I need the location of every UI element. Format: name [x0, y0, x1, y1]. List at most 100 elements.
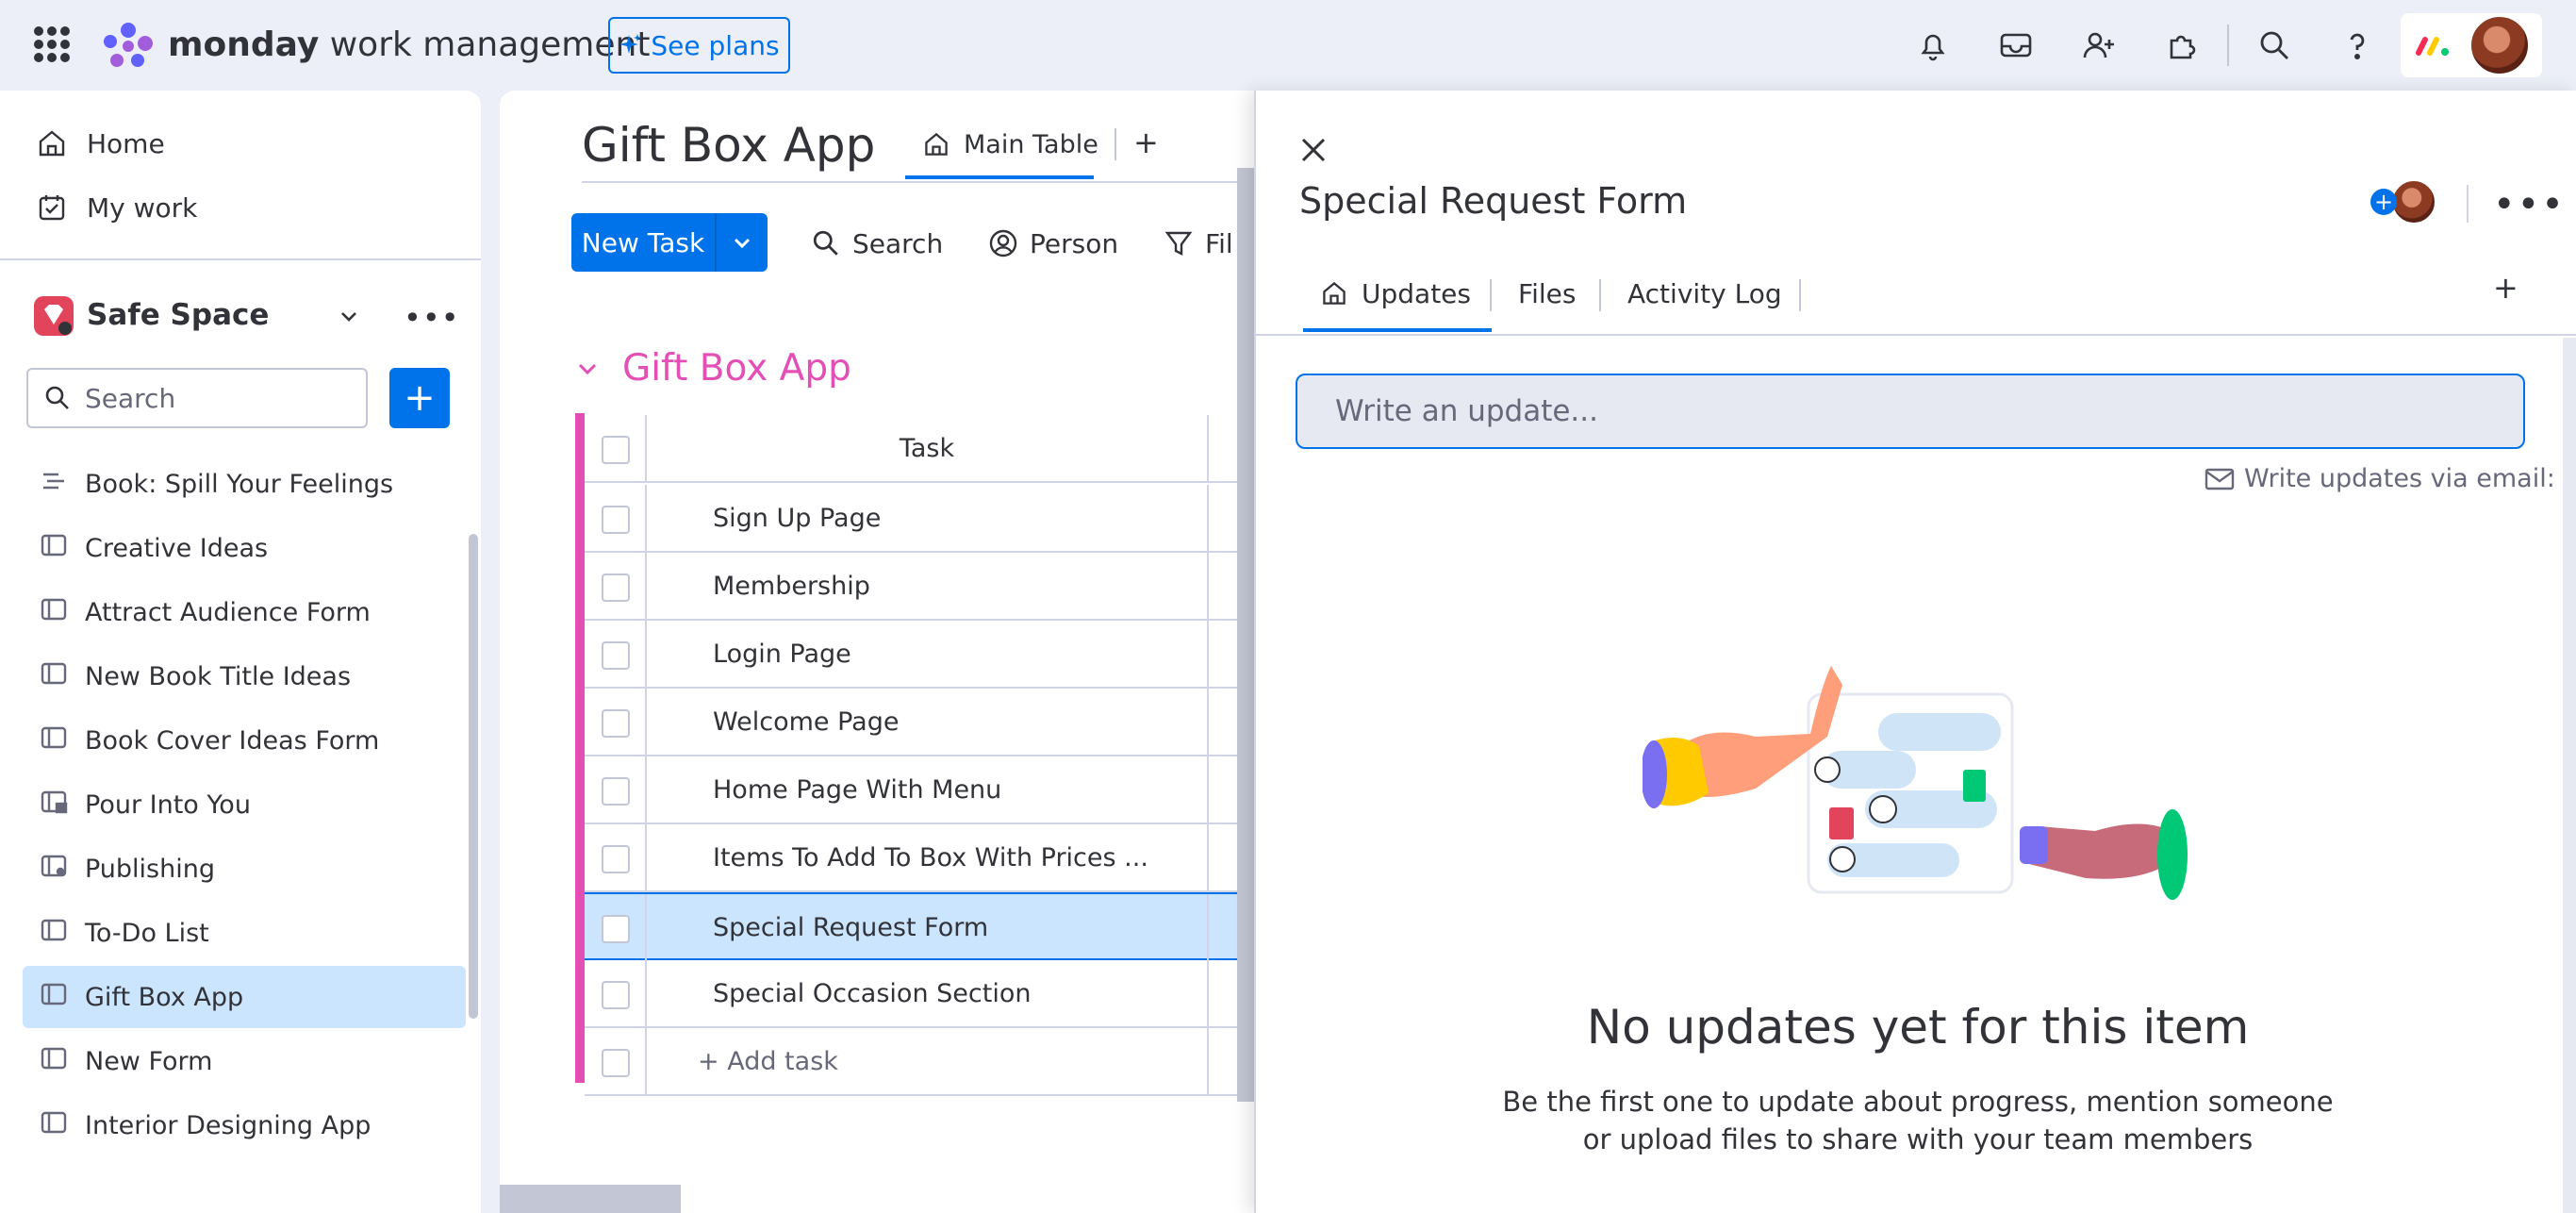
row-checkbox[interactable]: [602, 777, 630, 806]
task-name-cell[interactable]: Membership: [713, 553, 870, 621]
notifications-icon[interactable]: [1908, 21, 1957, 70]
table-row[interactable]: Welcome Page: [585, 689, 1245, 756]
panel-more-icon[interactable]: •••: [2493, 183, 2566, 226]
sidebar-board-item[interactable]: Book Cover Ideas Form: [23, 709, 466, 772]
sidebar-board-item[interactable]: Gift Box App: [23, 966, 466, 1028]
top-bar: monday work management See plans: [0, 0, 2576, 91]
person-icon: [989, 229, 1017, 258]
sidebar-board-item[interactable]: New Book Title Ideas: [23, 645, 466, 707]
panel-item-title[interactable]: Special Request Form: [1299, 177, 1687, 224]
tab-separator: [1599, 279, 1601, 311]
task-name-cell[interactable]: Welcome Page: [713, 689, 899, 756]
item-subscriber-avatar[interactable]: [2391, 179, 2436, 224]
task-name-cell[interactable]: Home Page With Menu: [713, 756, 1001, 824]
table-row[interactable]: Home Page With Menu: [585, 756, 1245, 824]
table-row[interactable]: Sign Up Page: [585, 485, 1245, 553]
sidebar-my-work[interactable]: My work: [36, 181, 197, 234]
person-filter-label: Person: [1030, 227, 1119, 259]
workspace-gem-icon: [34, 296, 74, 336]
checkbox-cell: [585, 756, 647, 824]
see-plans-button[interactable]: See plans: [608, 17, 790, 74]
home-icon: [39, 130, 65, 157]
sidebar-home[interactable]: Home: [36, 117, 165, 170]
item-panel: Special Request Form + ••• Updates Files…: [1254, 91, 2576, 1213]
workspace-chevron-down-icon[interactable]: [338, 306, 360, 328]
tab-updates[interactable]: Updates: [1320, 270, 1471, 317]
cell-divider: [1207, 621, 1209, 689]
sidebar-search-input[interactable]: Search: [26, 368, 368, 428]
panel-tab-active-underline: [1303, 328, 1492, 332]
table-row[interactable]: Items To Add To Box With Prices ...: [585, 824, 1245, 892]
email-updates-link[interactable]: Write updates via email:: [2204, 464, 2555, 493]
row-checkbox[interactable]: [602, 709, 630, 738]
person-filter-button[interactable]: Person: [988, 217, 1118, 270]
row-checkbox[interactable]: [602, 915, 630, 943]
tab-files-label: Files: [1518, 277, 1577, 309]
board-vertical-scrollbar[interactable]: [1237, 168, 1254, 1102]
sidebar: Home My work Safe Space ••• Search + Boo…: [0, 91, 481, 1213]
panel-tabs-divider: [1256, 334, 2576, 336]
write-update-input[interactable]: Write an update...: [1296, 374, 2525, 449]
table-row[interactable]: Membership: [585, 553, 1245, 621]
sidebar-board-item[interactable]: To-Do List: [23, 902, 466, 964]
new-task-button[interactable]: New Task: [571, 213, 768, 272]
filter-button[interactable]: Fil: [1164, 217, 1233, 270]
sidebar-board-item[interactable]: Pour Into You: [23, 773, 466, 836]
sidebar-board-item[interactable]: Creative Ideas: [23, 517, 466, 579]
sidebar-board-item[interactable]: Book: Spill Your Feelings: [23, 453, 466, 515]
close-icon[interactable]: [1297, 134, 1329, 166]
monday-logo-icon: [104, 23, 153, 67]
sidebar-board-item[interactable]: Publishing: [23, 838, 466, 900]
board-title[interactable]: Gift Box App: [582, 115, 875, 175]
row-checkbox[interactable]: [602, 573, 630, 602]
task-name-cell[interactable]: Items To Add To Box With Prices ...: [713, 824, 1148, 892]
group-title[interactable]: Gift Box App: [622, 347, 851, 390]
invite-members-icon[interactable]: [2074, 21, 2123, 70]
add-subscriber-icon[interactable]: +: [2370, 189, 2397, 215]
task-name-cell[interactable]: Special Occasion Section: [713, 960, 1031, 1028]
inbox-icon[interactable]: [1991, 21, 2040, 70]
search-icon[interactable]: [2250, 21, 2299, 70]
table-row[interactable]: Special Request Form: [585, 892, 1245, 962]
table-row[interactable]: Special Occasion Section: [585, 960, 1245, 1028]
row-checkbox[interactable]: [602, 981, 630, 1009]
workspace-more-icon[interactable]: •••: [404, 300, 460, 336]
app-switcher-icon[interactable]: [34, 26, 70, 62]
row-checkbox[interactable]: [602, 845, 630, 873]
task-name-cell[interactable]: + Add task: [698, 1028, 838, 1096]
help-icon[interactable]: [2333, 21, 2382, 70]
add-task-row[interactable]: + Add task: [585, 1028, 1245, 1096]
task-name-cell[interactable]: Sign Up Page: [713, 485, 881, 553]
list-icon: [40, 467, 68, 502]
board-horizontal-scrollbar[interactable]: [500, 1185, 681, 1213]
task-name-cell[interactable]: Login Page: [713, 621, 851, 689]
sidebar-board-item[interactable]: New Form: [23, 1030, 466, 1092]
add-view-button[interactable]: +: [1133, 125, 1159, 160]
integrations-icon[interactable]: [2157, 21, 2206, 70]
sidebar-board-item[interactable]: Attract Audience Form: [23, 581, 466, 643]
add-board-button[interactable]: +: [389, 368, 450, 428]
group-header[interactable]: Gift Box App: [575, 347, 851, 390]
sidebar-scrollbar[interactable]: [469, 534, 478, 1019]
row-checkbox[interactable]: [602, 1049, 630, 1077]
tab-files[interactable]: Files: [1518, 270, 1576, 317]
sidebar-board-item[interactable]: Interior Designing App: [23, 1094, 466, 1156]
row-checkbox[interactable]: [602, 641, 630, 670]
search-tool-button[interactable]: Search: [811, 217, 943, 270]
panel-scrollbar[interactable]: [2563, 338, 2576, 1213]
row-checkbox[interactable]: [602, 506, 630, 534]
tab-activity-log[interactable]: Activity Log: [1627, 270, 1782, 317]
task-name-cell[interactable]: Special Request Form: [713, 894, 988, 962]
workspace-name[interactable]: Safe Space: [87, 294, 269, 336]
cell-divider: [1207, 960, 1209, 1028]
group-chevron-down-icon[interactable]: [575, 357, 600, 381]
add-panel-tab-button[interactable]: +: [2493, 270, 2518, 306]
user-avatar[interactable]: [2469, 15, 2530, 75]
email-updates-label: Write updates via email:: [2244, 464, 2555, 493]
checkbox-cell: [585, 689, 647, 756]
tab-main-table[interactable]: Main Table: [922, 119, 1098, 170]
search-tool-label: Search: [852, 227, 944, 259]
new-task-chevron-down-icon[interactable]: [717, 232, 768, 253]
table-row[interactable]: Login Page: [585, 621, 1245, 689]
column-header-task[interactable]: Task: [585, 415, 1207, 483]
